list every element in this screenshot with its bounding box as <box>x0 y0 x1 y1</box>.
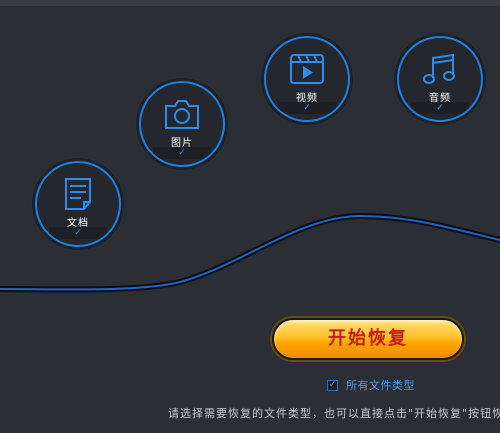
camera-icon <box>165 100 199 129</box>
music-icon <box>423 53 455 84</box>
check-icon: ✓ <box>436 103 444 113</box>
category-documents[interactable]: 文档 ✓ <box>35 161 121 247</box>
hint-text: 请选择需要恢复的文件类型，也可以直接点击"开始恢复"按钮恢复 <box>168 407 500 420</box>
check-icon: ✓ <box>178 148 186 158</box>
all-file-types-checkbox[interactable]: ✓ <box>327 379 338 391</box>
video-icon <box>290 54 324 84</box>
category-videos[interactable]: 视频 ✓ <box>264 36 350 122</box>
category-pictures[interactable]: 图片 ✓ <box>139 81 225 167</box>
check-icon: ✓ <box>74 228 82 238</box>
category-audio[interactable]: 音频 ✓ <box>397 36 483 122</box>
all-file-types-label: 所有文件类型 <box>346 379 415 392</box>
document-icon <box>65 178 91 210</box>
all-file-types-option[interactable]: ✓ 所有文件类型 <box>327 378 415 392</box>
check-icon: ✓ <box>303 103 311 113</box>
start-recovery-button[interactable]: 开始恢复 <box>272 318 464 360</box>
